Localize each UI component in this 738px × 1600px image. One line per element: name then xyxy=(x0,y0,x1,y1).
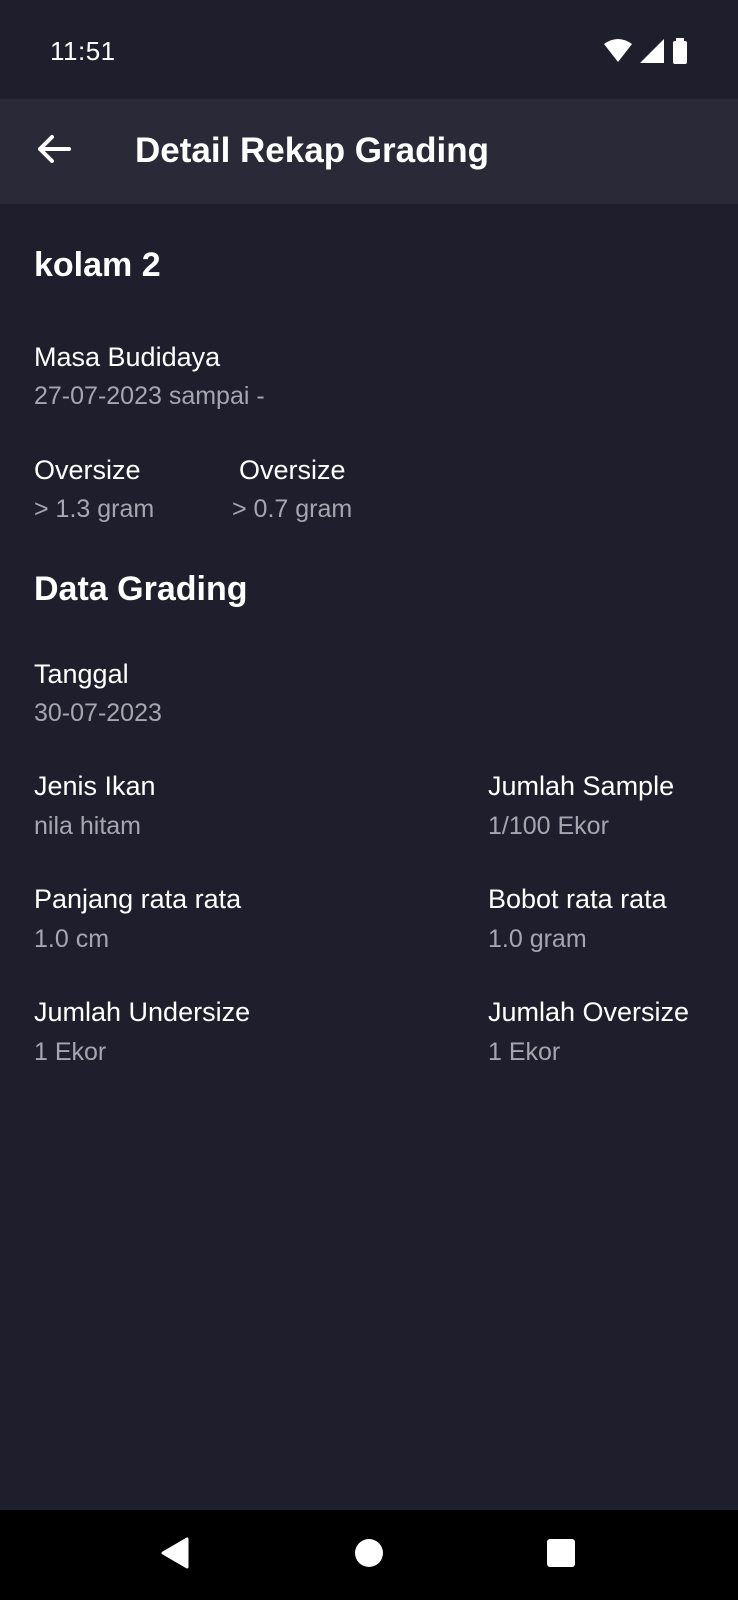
jumlah-undersize-label: Jumlah Undersize xyxy=(34,997,251,1027)
status-time: 11:51 xyxy=(50,36,116,66)
oversize-upper-label: Oversize xyxy=(34,455,141,485)
home-circle-icon xyxy=(354,1538,384,1573)
masa-budidaya-label: Masa Budidaya xyxy=(34,342,221,372)
system-nav-bar xyxy=(0,1510,738,1600)
nav-home-button[interactable] xyxy=(342,1528,396,1582)
jenis-ikan-label: Jenis Ikan xyxy=(34,771,156,801)
bobot-label: Bobot rata rata xyxy=(488,884,667,914)
masa-budidaya-value: 27-07-2023 sampai - xyxy=(34,382,265,410)
arrow-left-icon xyxy=(37,134,71,169)
jumlah-oversize-label: Jumlah Oversize xyxy=(488,997,690,1027)
back-button[interactable] xyxy=(22,119,86,183)
panjang-value: 1.0 cm xyxy=(34,925,110,953)
jumlah-oversize-value: 1 Ekor xyxy=(488,1038,561,1066)
status-icons xyxy=(604,38,688,69)
jumlah-sample-label: Jumlah Sample xyxy=(488,771,675,801)
bobot-value: 1.0 gram xyxy=(488,925,587,953)
tanggal-value: 30-07-2023 xyxy=(34,699,162,727)
pond-name: kolam 2 xyxy=(34,246,161,284)
jumlah-undersize-value: 1 Ekor xyxy=(34,1038,107,1066)
page-title: Detail Rekap Grading xyxy=(135,131,489,170)
back-triangle-icon xyxy=(161,1537,189,1574)
oversize-upper-value: > 1.3 gram xyxy=(34,495,155,523)
jumlah-sample-value: 1/100 Ekor xyxy=(488,812,609,840)
oversize-lower-label: Oversize xyxy=(239,455,346,485)
tanggal-label: Tanggal xyxy=(34,659,129,689)
oversize-lower-value: > 0.7 gram xyxy=(232,495,353,523)
section-title-data-grading: Data Grading xyxy=(34,570,248,608)
jenis-ikan-value: nila hitam xyxy=(34,812,141,840)
wifi-icon xyxy=(604,39,632,68)
battery-icon xyxy=(672,38,688,69)
nav-recents-button[interactable] xyxy=(534,1528,588,1582)
panjang-label: Panjang rata rata xyxy=(34,884,242,914)
status-bar: 11:51 xyxy=(0,0,738,99)
app-bar: Detail Rekap Grading xyxy=(0,99,738,204)
cellular-signal-icon xyxy=(640,39,664,68)
nav-back-button[interactable] xyxy=(148,1528,202,1582)
recents-square-icon xyxy=(546,1538,576,1573)
